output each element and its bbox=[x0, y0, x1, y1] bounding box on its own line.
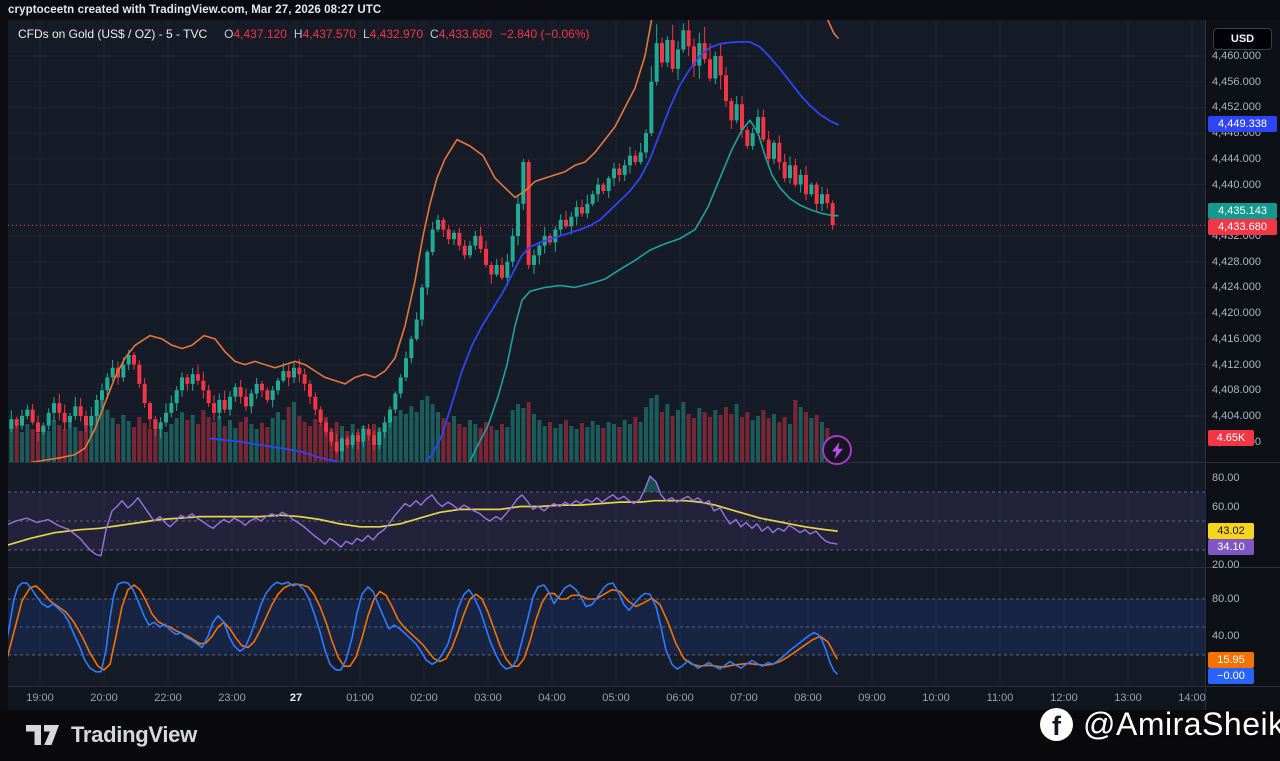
rsi-tick-label: 80.00 bbox=[1212, 472, 1240, 485]
price-tick-label: 4,440.000 bbox=[1212, 179, 1261, 192]
lightning-icon bbox=[831, 442, 844, 459]
tradingview-logo-text: TradingView bbox=[71, 722, 197, 748]
stoch-k-badge: −0.00 bbox=[1208, 668, 1254, 684]
ohlc-value: 4,432.970 bbox=[370, 27, 423, 41]
panel-separator-main-rsi[interactable] bbox=[8, 462, 1280, 463]
price-tick-label: 4,408.000 bbox=[1212, 384, 1261, 397]
currency-button[interactable]: USD bbox=[1213, 28, 1272, 50]
social-watermark: f @AmiraSheikh bbox=[1040, 703, 1280, 745]
stoch-tick-label: 40.00 bbox=[1212, 630, 1240, 643]
symbol-title[interactable]: CFDs on Gold (US$ / OZ) - 5 - TVC bbox=[18, 27, 207, 41]
tradingview-logo[interactable]: TradingView bbox=[26, 719, 197, 751]
rsi-tick-label: 20.00 bbox=[1212, 559, 1240, 572]
volume-badge: 4.65K bbox=[1208, 430, 1254, 446]
chart-canvas[interactable] bbox=[0, 0, 1280, 761]
price-tick-label: 4,452.000 bbox=[1212, 101, 1261, 114]
bb-lower-price-badge: 4,435.143 bbox=[1208, 203, 1277, 219]
time-tick-label: 03:00 bbox=[464, 686, 512, 710]
time-tick-label: 01:00 bbox=[336, 686, 384, 710]
time-tick-label: 10:00 bbox=[912, 686, 960, 710]
time-tick-label: 08:00 bbox=[784, 686, 832, 710]
ohlc-key: H bbox=[294, 27, 303, 41]
panel-separator-time-axis bbox=[8, 686, 1280, 687]
ohlc-key: L bbox=[363, 27, 370, 41]
time-tick-label: 02:00 bbox=[400, 686, 448, 710]
time-tick-label: 09:00 bbox=[848, 686, 896, 710]
tradingview-chart-export: cryptoceetn created with TradingView.com… bbox=[0, 0, 1280, 761]
time-tick-label: 06:00 bbox=[656, 686, 704, 710]
symbol-legend[interactable]: CFDs on Gold (US$ / OZ) - 5 - TVCO4,437.… bbox=[18, 27, 590, 42]
time-tick-label: 23:00 bbox=[208, 686, 256, 710]
time-tick-label: 19:00 bbox=[16, 686, 64, 710]
price-tick-label: 4,404.000 bbox=[1212, 410, 1261, 423]
time-tick-label: 11:00 bbox=[976, 686, 1024, 710]
ohlc-values: O4,437.120 H4,437.570 L4,432.970 C4,433.680 bbox=[217, 27, 492, 41]
last-price-badge: 4,433.680 bbox=[1208, 219, 1277, 235]
price-tick-label: 4,444.000 bbox=[1212, 153, 1261, 166]
ohlc-key: C bbox=[430, 27, 439, 41]
price-tick-label: 4,416.000 bbox=[1212, 333, 1261, 346]
social-handle: @AmiraSheikh bbox=[1083, 706, 1280, 743]
rsi-ma-badge: 43.02 bbox=[1208, 523, 1254, 539]
stoch-d-badge: 15.95 bbox=[1208, 652, 1254, 668]
ohlc-value: 4,437.570 bbox=[303, 27, 356, 41]
time-tick-label: 22:00 bbox=[144, 686, 192, 710]
price-tick-label: 4,456.000 bbox=[1212, 76, 1261, 89]
panel-separator-rsi-stoch[interactable] bbox=[8, 567, 1280, 568]
ohlc-value: 4,433.680 bbox=[439, 27, 492, 41]
change-value: −2.840 (−0.06%) bbox=[500, 27, 589, 41]
time-tick-label: 27 bbox=[272, 686, 320, 710]
facebook-icon: f bbox=[1040, 708, 1073, 741]
rsi-tick-label: 60.00 bbox=[1212, 501, 1240, 514]
ohlc-value: 4,437.120 bbox=[234, 27, 287, 41]
price-tick-label: 4,412.000 bbox=[1212, 359, 1261, 372]
instant-trading-button[interactable] bbox=[822, 435, 852, 465]
ohlc-key: O bbox=[224, 27, 233, 41]
time-tick-label: 20:00 bbox=[80, 686, 128, 710]
stoch-tick-label: 80.00 bbox=[1212, 593, 1240, 606]
time-tick-label: 04:00 bbox=[528, 686, 576, 710]
facebook-icon-letter: f bbox=[1052, 711, 1061, 741]
rsi-badge: 34.10 bbox=[1208, 539, 1254, 555]
price-tick-label: 4,424.000 bbox=[1212, 281, 1261, 294]
price-tick-label: 4,460.000 bbox=[1212, 50, 1261, 63]
time-tick-label: 07:00 bbox=[720, 686, 768, 710]
time-tick-label: 05:00 bbox=[592, 686, 640, 710]
price-tick-label: 4,428.000 bbox=[1212, 256, 1261, 269]
tradingview-mark-icon bbox=[26, 722, 62, 748]
bb-basis-price-badge: 4,449.338 bbox=[1208, 116, 1277, 132]
price-tick-label: 4,420.000 bbox=[1212, 307, 1261, 320]
price-axis-separator bbox=[1205, 20, 1206, 710]
